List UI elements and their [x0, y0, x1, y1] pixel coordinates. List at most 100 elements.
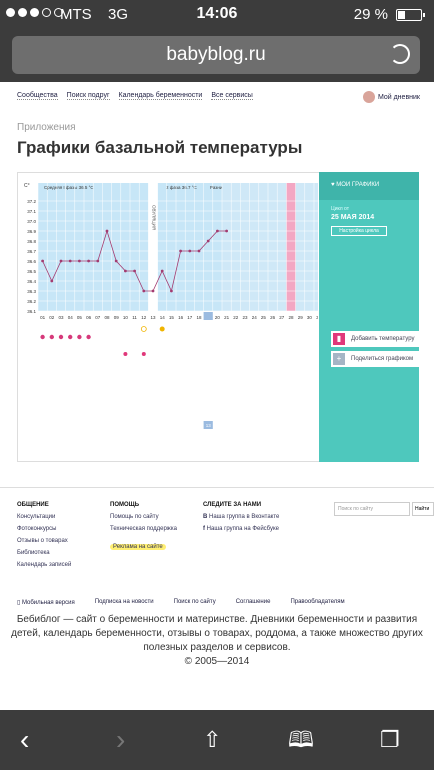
highlight-day-label: 13	[206, 423, 212, 428]
chart-column	[268, 183, 278, 311]
y-tick-label: 36.6	[27, 259, 36, 264]
facebook-link[interactable]: f Наша группа на Фейсбуке	[203, 526, 279, 532]
x-tick-label: 27	[279, 315, 285, 320]
cycle-settings-button[interactable]: Настройка цикла	[331, 226, 387, 236]
newsletter-link[interactable]: Подписка на новости	[95, 599, 154, 606]
my-diary-link[interactable]: Мой дневник	[362, 91, 420, 103]
footer-link[interactable]: Техническая поддержка	[110, 526, 177, 532]
footer-link[interactable]: Консультации	[17, 514, 71, 520]
site-search-link[interactable]: Поиск по сайту	[174, 599, 216, 606]
footer-link[interactable]: Фотоконкурсы	[17, 526, 71, 532]
temperature-point	[68, 259, 72, 263]
avatar	[362, 91, 375, 103]
nav-find-friends[interactable]: Поиск подруг	[66, 92, 110, 100]
footer-link[interactable]: Отзывы о товарах	[17, 538, 71, 544]
copyright: © 2005—2014	[184, 656, 250, 667]
vk-icon: В	[203, 514, 208, 520]
footer-search-input[interactable]: Поиск по сайту	[334, 502, 410, 516]
temperature-point	[133, 269, 136, 273]
chart-header-label: 2 фаза 36.7 °С	[166, 185, 198, 190]
url-field[interactable]: babyblog.ru	[12, 36, 420, 74]
chart-column	[295, 183, 305, 311]
chart-header-label: Средняя I фазы 36.5 °С	[44, 185, 94, 190]
footer-link[interactable]: Помощь по сайту	[110, 514, 177, 520]
add-temperature-button[interactable]: ▮ Добавить температуру	[331, 331, 419, 347]
x-tick-label: 30	[307, 315, 313, 320]
advertising-link[interactable]: Реклама на сайте	[110, 544, 166, 550]
back-icon[interactable]: ‹	[20, 726, 29, 754]
menstruation-drop	[49, 334, 54, 340]
tabs-icon[interactable]: ❐	[380, 728, 400, 752]
x-tick-label: 11	[132, 315, 137, 320]
intercourse-heart	[123, 352, 128, 356]
share-chart-button[interactable]: + Поделиться графиком	[331, 351, 419, 367]
footer-communication-title: ОБЩЕНИЕ	[17, 502, 49, 508]
x-tick-label: 24	[252, 315, 258, 320]
share-icon[interactable]: ⇧	[203, 728, 221, 752]
bbt-chart: Средняя I фазы 36.5 °С 2 фаза 36.7 °С Разн…	[24, 183, 324, 547]
x-tick-label: 06	[86, 315, 92, 320]
thermometer-icon: ▮	[333, 333, 345, 345]
breadcrumb[interactable]: Приложения	[17, 122, 76, 133]
y-tick-label: 36.4	[27, 279, 36, 284]
temperature-point	[114, 259, 118, 263]
agreement-link[interactable]: Соглашение	[236, 599, 271, 606]
rightholders-link[interactable]: Правообладателям	[290, 599, 344, 606]
footer-link[interactable]: Календарь записей	[17, 562, 71, 568]
intercourse-heart	[141, 352, 146, 356]
mobile-version-link[interactable]: ▯ Мобильная версия	[17, 599, 75, 606]
nav-pregnancy-calendar[interactable]: Календарь беременности	[118, 92, 203, 100]
footer-help: ПОМОЩЬ Помощь по сайту Техническая подде…	[110, 502, 177, 556]
temperature-point	[59, 259, 63, 263]
menstruation-drop	[68, 334, 73, 340]
temperature-point	[188, 249, 192, 253]
temperature-point	[96, 259, 100, 263]
battery-icon	[396, 9, 425, 21]
y-tick-label: 37.1	[27, 209, 36, 214]
x-tick-label: 23	[242, 315, 248, 320]
nav-communities[interactable]: Сообщества	[17, 92, 58, 100]
x-tick-label: 13	[150, 315, 156, 320]
about-text: Бебиблог — сайт о беременности и материн…	[11, 614, 423, 653]
reload-icon[interactable]	[390, 44, 410, 64]
temperature-point	[87, 259, 90, 263]
footer-follow-title: СЛЕДИТЕ ЗА НАМИ	[203, 502, 262, 508]
forward-icon[interactable]: ›	[116, 726, 125, 754]
status-bar: MTS 3G 14:06 29 %	[0, 0, 434, 30]
temperature-point	[160, 269, 164, 273]
x-tick-label: 17	[187, 315, 193, 320]
footer-search-button[interactable]: Найти	[412, 502, 434, 516]
chart-column	[240, 183, 250, 311]
y-axis-label: C°	[24, 183, 30, 189]
footer-communication: ОБЩЕНИЕ Консультации Фотоконкурсы Отзывы…	[17, 502, 71, 574]
footer-link[interactable]: Библиотека	[17, 550, 71, 556]
cycle-label: Цикл от	[331, 206, 350, 212]
footer-divider	[0, 487, 434, 488]
x-tick-label: 04	[68, 315, 74, 320]
x-tick-label: 10	[123, 315, 129, 320]
temperature-point	[206, 239, 210, 243]
top-nav: Сообщества Поиск подруг Календарь береме…	[17, 92, 253, 100]
x-tick-label: 14	[160, 315, 166, 320]
right-panel: ♥ МОИ ГРАФИКИ Цикл от 25 МАЯ 2014 Настро…	[319, 172, 419, 462]
temperature-point	[105, 229, 109, 233]
nav-all-services[interactable]: Все сервисы	[211, 92, 253, 100]
y-tick-label: 36.9	[27, 229, 36, 234]
bookmarks-icon[interactable]: 🕮	[288, 728, 314, 752]
y-tick-label: 36.7	[27, 249, 36, 254]
vk-link[interactable]: В Наша группа в Вконтакте	[203, 514, 279, 520]
battery-percent: 29 %	[353, 6, 388, 23]
my-charts-header[interactable]: ♥ МОИ ГРАФИКИ	[319, 172, 419, 200]
temperature-point	[41, 259, 44, 263]
chart-column	[304, 183, 314, 311]
chart-column	[222, 183, 232, 311]
temperature-point	[179, 249, 183, 253]
facebook-label: Наша группа на Фейсбуке	[206, 526, 280, 532]
x-tick-label: 15	[169, 315, 175, 320]
temperature-point	[170, 289, 173, 293]
x-tick-label: 07	[95, 315, 101, 320]
x-tick-label: 03	[58, 315, 64, 320]
site-description: Бебиблог — сайт о беременности и материн…	[10, 613, 424, 669]
x-tick-label: 25	[261, 315, 267, 320]
ovulation-test-negative	[140, 326, 147, 332]
